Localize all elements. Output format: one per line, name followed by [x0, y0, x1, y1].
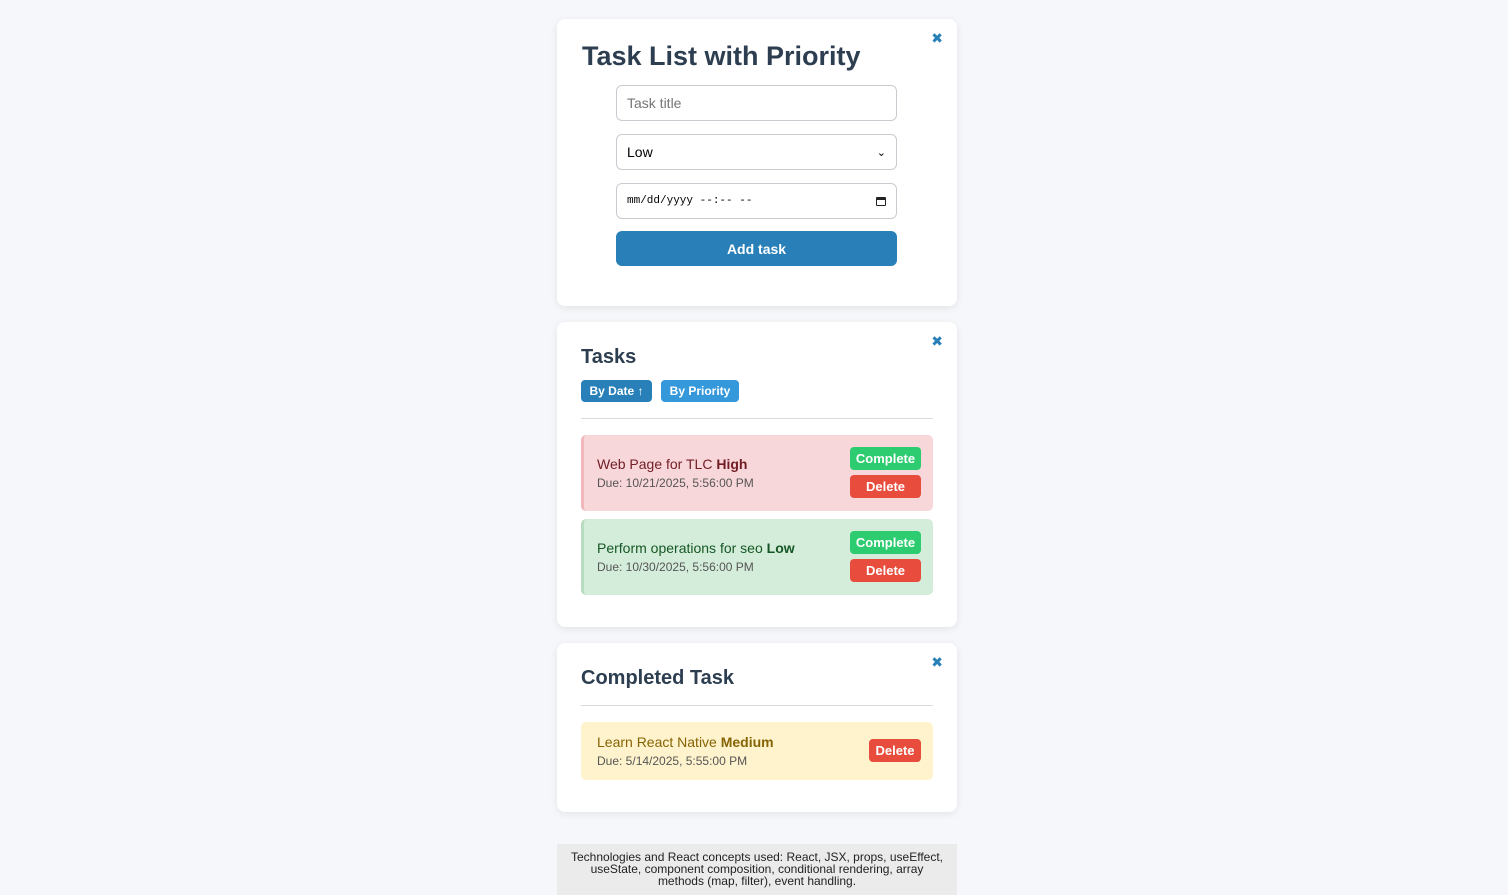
task-priority: Medium [720, 734, 774, 750]
completed-card: ✖ Completed Task Learn React Native Medi… [557, 643, 957, 812]
sort-by-priority-button[interactable]: By Priority [661, 380, 739, 402]
close-icon[interactable]: ✖ [931, 655, 943, 669]
delete-button[interactable]: Delete [850, 475, 921, 498]
task-title: Learn React Native [597, 734, 717, 750]
task-item: Web Page for TLC High Due: 10/21/2025, 5… [581, 435, 933, 511]
close-icon[interactable]: ✖ [931, 31, 943, 45]
tasks-title: Tasks [581, 346, 637, 368]
task-due: Due: 10/30/2025, 5:56:00 PM [597, 560, 754, 574]
task-priority: High [716, 456, 748, 472]
complete-button[interactable]: Complete [850, 447, 921, 470]
close-icon[interactable]: ✖ [931, 334, 943, 348]
calendar-icon[interactable] [876, 196, 886, 206]
task-title: Web Page for TLC [597, 456, 713, 472]
delete-button[interactable]: Delete [850, 559, 921, 582]
task-title: Perform operations for seo [597, 540, 763, 556]
priority-select-value: Low [627, 144, 653, 160]
add-task-card: ✖ Task List with Priority Task title Low… [557, 19, 957, 306]
chevron-down-icon: ⌄ [876, 146, 886, 159]
task-priority: Low [766, 540, 795, 556]
complete-button[interactable]: Complete [850, 531, 921, 554]
due-date-placeholder: mm/dd/yyyy --:-- -- [627, 195, 753, 207]
completed-task-item: Learn React Native Medium Due: 5/14/2025… [581, 722, 933, 780]
due-date-input[interactable]: mm/dd/yyyy --:-- -- [616, 183, 897, 219]
tasks-card: ✖ Tasks By Date ↑ By Priority Web Page f… [557, 322, 957, 627]
sort-by-date-button[interactable]: By Date ↑ [581, 380, 652, 402]
priority-select[interactable]: Low ⌄ [616, 134, 897, 170]
task-item: Perform operations for seo Low Due: 10/3… [581, 519, 933, 595]
task-name: Learn React Native Medium [597, 734, 774, 750]
completed-title: Completed Task [581, 667, 734, 689]
divider [581, 705, 933, 706]
divider [581, 418, 933, 419]
footer: Technologies and React concepts used: Re… [557, 844, 957, 895]
task-name: Perform operations for seo Low [597, 540, 795, 556]
task-title-input[interactable]: Task title [616, 85, 897, 121]
task-name: Web Page for TLC High [597, 456, 747, 472]
delete-button[interactable]: Delete [869, 739, 921, 762]
page-title: Task List with Priority [582, 41, 861, 71]
task-due: Due: 5/14/2025, 5:55:00 PM [597, 754, 748, 768]
add-task-button[interactable]: Add task [616, 231, 897, 266]
task-due: Due: 10/21/2025, 5:56:00 PM [597, 476, 754, 490]
